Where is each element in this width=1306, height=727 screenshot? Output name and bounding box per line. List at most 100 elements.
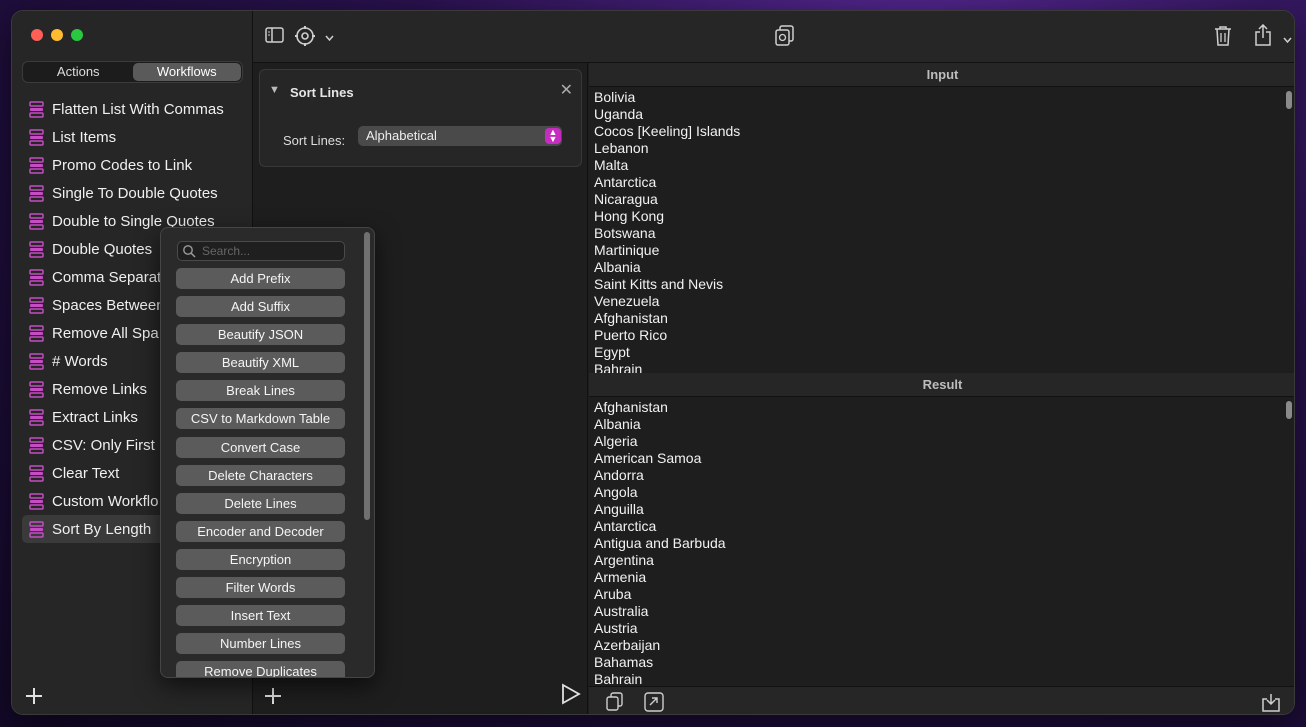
- action-list: Add Prefix Add Suffix Beautify JSON Beautif…: [176, 268, 345, 677]
- close-icon[interactable]: ✕: [560, 80, 573, 100]
- action-picker-popup: Add Prefix Add Suffix Beautify JSON Beautif…: [160, 227, 375, 678]
- tab-workflows[interactable]: Workflows: [132, 63, 241, 81]
- play-icon: [562, 683, 581, 705]
- text-line: Bolivia: [594, 89, 636, 105]
- action-option-button[interactable]: Insert Text: [176, 605, 345, 627]
- window-controls: [31, 29, 83, 41]
- text-line: Antigua and Barbuda: [594, 535, 726, 551]
- add-workflow-button[interactable]: [24, 684, 44, 710]
- close-window-button[interactable]: [31, 29, 43, 41]
- action-card-title: Sort Lines: [290, 85, 354, 100]
- settings-dropdown-chevron[interactable]: [325, 29, 334, 47]
- copy-icon: [606, 692, 623, 711]
- text-line: Bahamas: [594, 654, 654, 670]
- action-option-button[interactable]: Beautify JSON: [176, 324, 345, 346]
- result-text-area[interactable]: Afghanistan Albania Algeria American Samoa A…: [589, 397, 1294, 686]
- text-line: Andorra: [594, 467, 644, 483]
- search-icon: [183, 245, 196, 258]
- workflow-item[interactable]: Promo Codes to Link: [22, 151, 248, 179]
- workflow-icon: [29, 156, 44, 174]
- sort-mode-value: Alphabetical: [366, 128, 437, 143]
- action-option-button[interactable]: CSV to Markdown Table: [176, 408, 345, 430]
- input-scrollbar[interactable]: [1286, 91, 1292, 109]
- action-list-scrollbar[interactable]: [364, 232, 370, 520]
- action-option-button[interactable]: Break Lines: [176, 380, 345, 402]
- text-line: Bahrain: [594, 671, 643, 686]
- text-line: Austria: [594, 620, 638, 636]
- action-option-button[interactable]: Beautify XML: [176, 352, 345, 374]
- workflow-item[interactable]: List Items: [22, 123, 248, 151]
- workflow-item-label: Clear Text: [52, 464, 120, 482]
- text-line: Albania: [594, 416, 641, 432]
- action-option-button[interactable]: Encryption: [176, 548, 345, 570]
- minimize-window-button[interactable]: [51, 29, 63, 41]
- workflow-icon: [29, 436, 44, 454]
- text-line: Aruba: [594, 586, 632, 602]
- action-option-button[interactable]: Number Lines: [176, 633, 345, 655]
- tab-actions[interactable]: Actions: [24, 63, 133, 81]
- workflow-icon: [29, 520, 44, 538]
- text-line: Afghanistan: [594, 310, 668, 326]
- action-search: [177, 241, 345, 261]
- workflow-item-label: # Words: [52, 352, 108, 370]
- workflow-icon: [29, 408, 44, 426]
- workflow-item-label: List Items: [52, 128, 117, 146]
- action-option-button[interactable]: Add Prefix: [176, 268, 345, 289]
- disclosure-triangle-icon[interactable]: ▼: [269, 84, 280, 96]
- plus-icon: [265, 688, 281, 704]
- result-lines: Afghanistan Albania Algeria American Samoa A…: [589, 397, 1294, 686]
- text-line: Hong Kong: [594, 208, 665, 224]
- trash-button[interactable]: [1214, 25, 1232, 51]
- action-option-button[interactable]: Convert Case: [176, 436, 345, 458]
- text-line: Antarctica: [594, 174, 657, 190]
- action-option-button[interactable]: Delete Characters: [176, 464, 345, 486]
- trash-icon: [1215, 26, 1231, 46]
- workflow-item-label: Comma Separat: [52, 268, 162, 286]
- run-workflow-button[interactable]: [561, 683, 581, 710]
- plus-icon: [26, 688, 42, 704]
- share-button[interactable]: [1254, 23, 1272, 51]
- use-as-input-button[interactable]: [644, 692, 664, 714]
- action-option-button[interactable]: Delete Lines: [176, 492, 345, 514]
- select-stepper-icon: ▲ ▼: [545, 128, 561, 144]
- workflow-item[interactable]: Single To Double Quotes: [22, 179, 248, 207]
- share-icon: [1255, 23, 1271, 46]
- workflow-icon: [29, 296, 44, 314]
- toggle-sidebar-button[interactable]: [265, 27, 284, 48]
- workflow-item-label: Remove Links: [52, 380, 148, 398]
- copy-result-button[interactable]: [606, 692, 624, 714]
- action-option-button[interactable]: Remove Duplicates: [176, 661, 345, 677]
- chevron-down-icon: [1283, 37, 1292, 44]
- workflow-icon: [29, 268, 44, 286]
- text-line: Angola: [594, 484, 638, 500]
- text-line: Uganda: [594, 106, 644, 122]
- copy-window-button[interactable]: [775, 25, 795, 52]
- save-result-button[interactable]: [1261, 692, 1281, 714]
- workflow-item[interactable]: Flatten List With Commas: [22, 95, 248, 123]
- add-action-button[interactable]: [263, 684, 283, 710]
- result-header: Result: [589, 373, 1294, 397]
- action-option-button[interactable]: Encoder and Decoder: [176, 520, 345, 542]
- workflow-item-label: Spaces Between: [52, 296, 165, 314]
- action-option-button[interactable]: Add Suffix: [176, 296, 345, 318]
- share-dropdown-chevron[interactable]: [1283, 31, 1292, 49]
- sort-mode-select[interactable]: Alphabetical ▲ ▼: [358, 126, 562, 146]
- action-search-input[interactable]: [202, 244, 340, 258]
- workflow-item-label: Extract Links: [52, 408, 138, 426]
- result-bottom-bar: [589, 686, 1294, 714]
- sidebar-icon: [265, 27, 284, 43]
- result-scrollbar[interactable]: [1286, 401, 1292, 419]
- workflow-icon: [29, 184, 44, 202]
- text-line: Egypt: [594, 344, 630, 360]
- workflow-item-label: CSV: Only First: [52, 436, 155, 454]
- input-header: Input: [589, 63, 1294, 87]
- text-line: Bahrain: [594, 361, 643, 373]
- workflow-item-label: Flatten List With Commas: [52, 100, 224, 118]
- settings-menu-button[interactable]: [294, 25, 316, 52]
- copy-docs-icon: [775, 25, 794, 46]
- text-line: Botswana: [594, 225, 656, 241]
- input-text-area[interactable]: Bolivia Uganda Cocos [Keeling] Islands Leba…: [589, 87, 1294, 373]
- action-option-button[interactable]: Filter Words: [176, 577, 345, 599]
- text-line: Cocos [Keeling] Islands: [594, 123, 741, 139]
- zoom-window-button[interactable]: [71, 29, 83, 41]
